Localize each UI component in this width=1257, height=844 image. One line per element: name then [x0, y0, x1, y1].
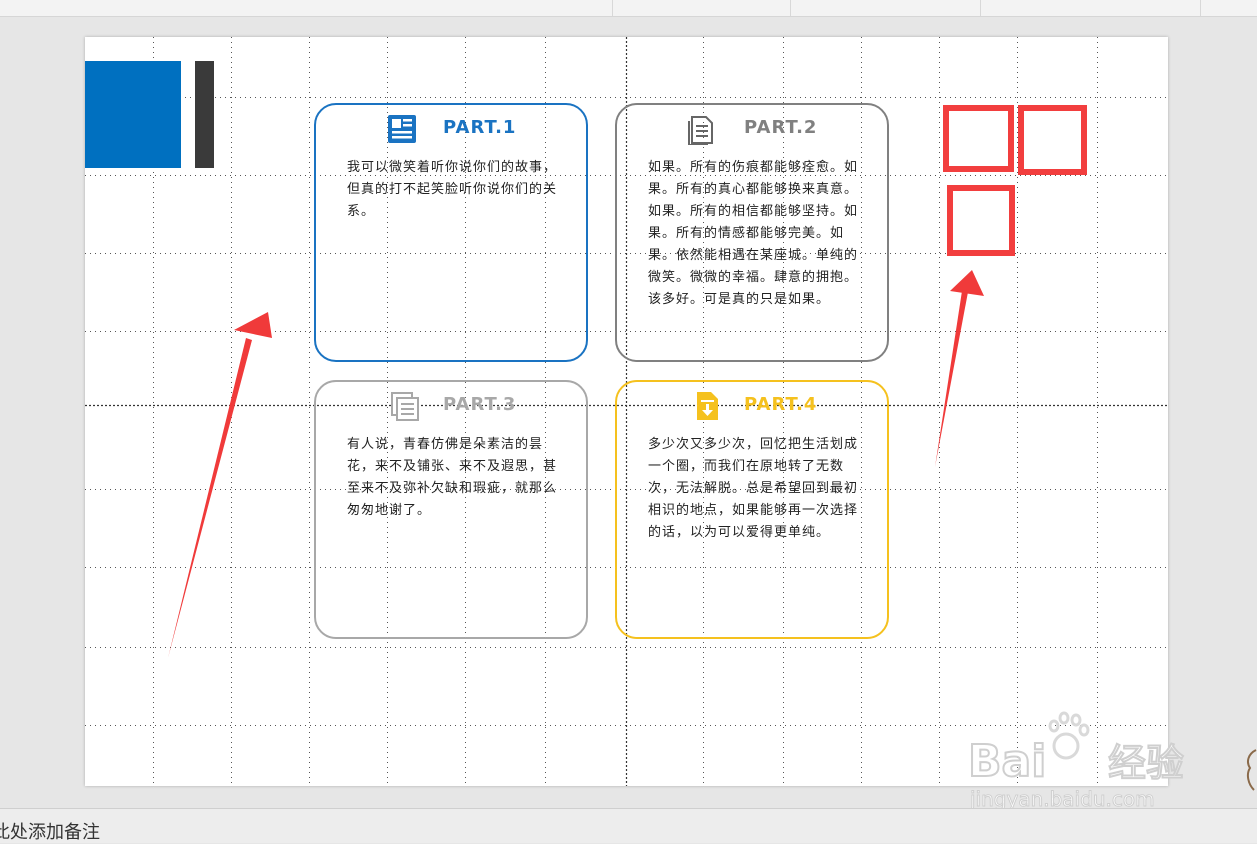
baidu-jingyan-watermark: Bai 经验 jingyan.baidu.com [967, 708, 1190, 812]
notes-placeholder[interactable]: 此处添加备注 [0, 818, 100, 844]
slide-canvas[interactable]: PART.1 我可以微笑着听你说你们的故事，但真的打不起笑脸听你说你们的关系。 … [85, 37, 1168, 786]
ribbon-separator [980, 0, 981, 16]
card-part-4[interactable]: PART.4 多少次又多少次，回忆把生活划成一个圈，而我们在原地转了无数次，无法… [615, 380, 889, 639]
ribbon-strip [0, 0, 1257, 17]
red-annotation-square [947, 185, 1015, 256]
red-annotation-square [943, 105, 1014, 172]
document-icon [686, 113, 716, 146]
card-body-text: 我可以微笑着听你说你们的故事，但真的打不起笑脸听你说你们的关系。 [347, 160, 558, 219]
download-file-icon [693, 390, 723, 422]
card-body-text: 有人说，青春仿佛是朵素洁的昙花，来不及铺张、来不及遐思，甚至来不及弥补欠缺和瑕疵… [347, 437, 558, 518]
ribbon-separator [790, 0, 791, 16]
red-annotation-square [1018, 105, 1087, 175]
watermark-suffix: 经验 [1108, 741, 1184, 785]
paw-icon [1244, 748, 1257, 792]
card-title: PART.3 [443, 394, 517, 415]
card-title: PART.4 [744, 394, 818, 415]
card-title: PART.1 [443, 117, 517, 138]
watermark-brand: Bai [968, 736, 1046, 787]
newspaper-icon [387, 113, 417, 145]
ribbon-separator [1200, 0, 1201, 16]
notes-pane[interactable]: 此处添加备注 [0, 808, 1257, 843]
stacked-documents-icon [390, 390, 420, 422]
watermark-url: jingyan.baidu.com [969, 787, 1155, 810]
ribbon-separator [612, 0, 613, 16]
blue-accent-block[interactable] [85, 61, 181, 168]
card-title: PART.2 [744, 117, 818, 138]
card-part-3[interactable]: PART.3 有人说，青春仿佛是朵素洁的昙花，来不及铺张、来不及遐思，甚至来不及… [314, 380, 588, 639]
card-part-2[interactable]: PART.2 如果。所有的伤痕都能够痊愈。如果。所有的真心都能够换来真意。 如果… [615, 103, 889, 362]
dark-accent-bar[interactable] [195, 61, 214, 168]
card-body-text: 如果。所有的伤痕都能够痊愈。如果。所有的真心都能够换来真意。 如果。所有的相信都… [648, 160, 859, 307]
card-body-text: 多少次又多少次，回忆把生活划成一个圈，而我们在原地转了无数次，无法解脱。总是希望… [648, 437, 859, 540]
card-part-1[interactable]: PART.1 我可以微笑着听你说你们的故事，但真的打不起笑脸听你说你们的关系。 [314, 103, 588, 362]
